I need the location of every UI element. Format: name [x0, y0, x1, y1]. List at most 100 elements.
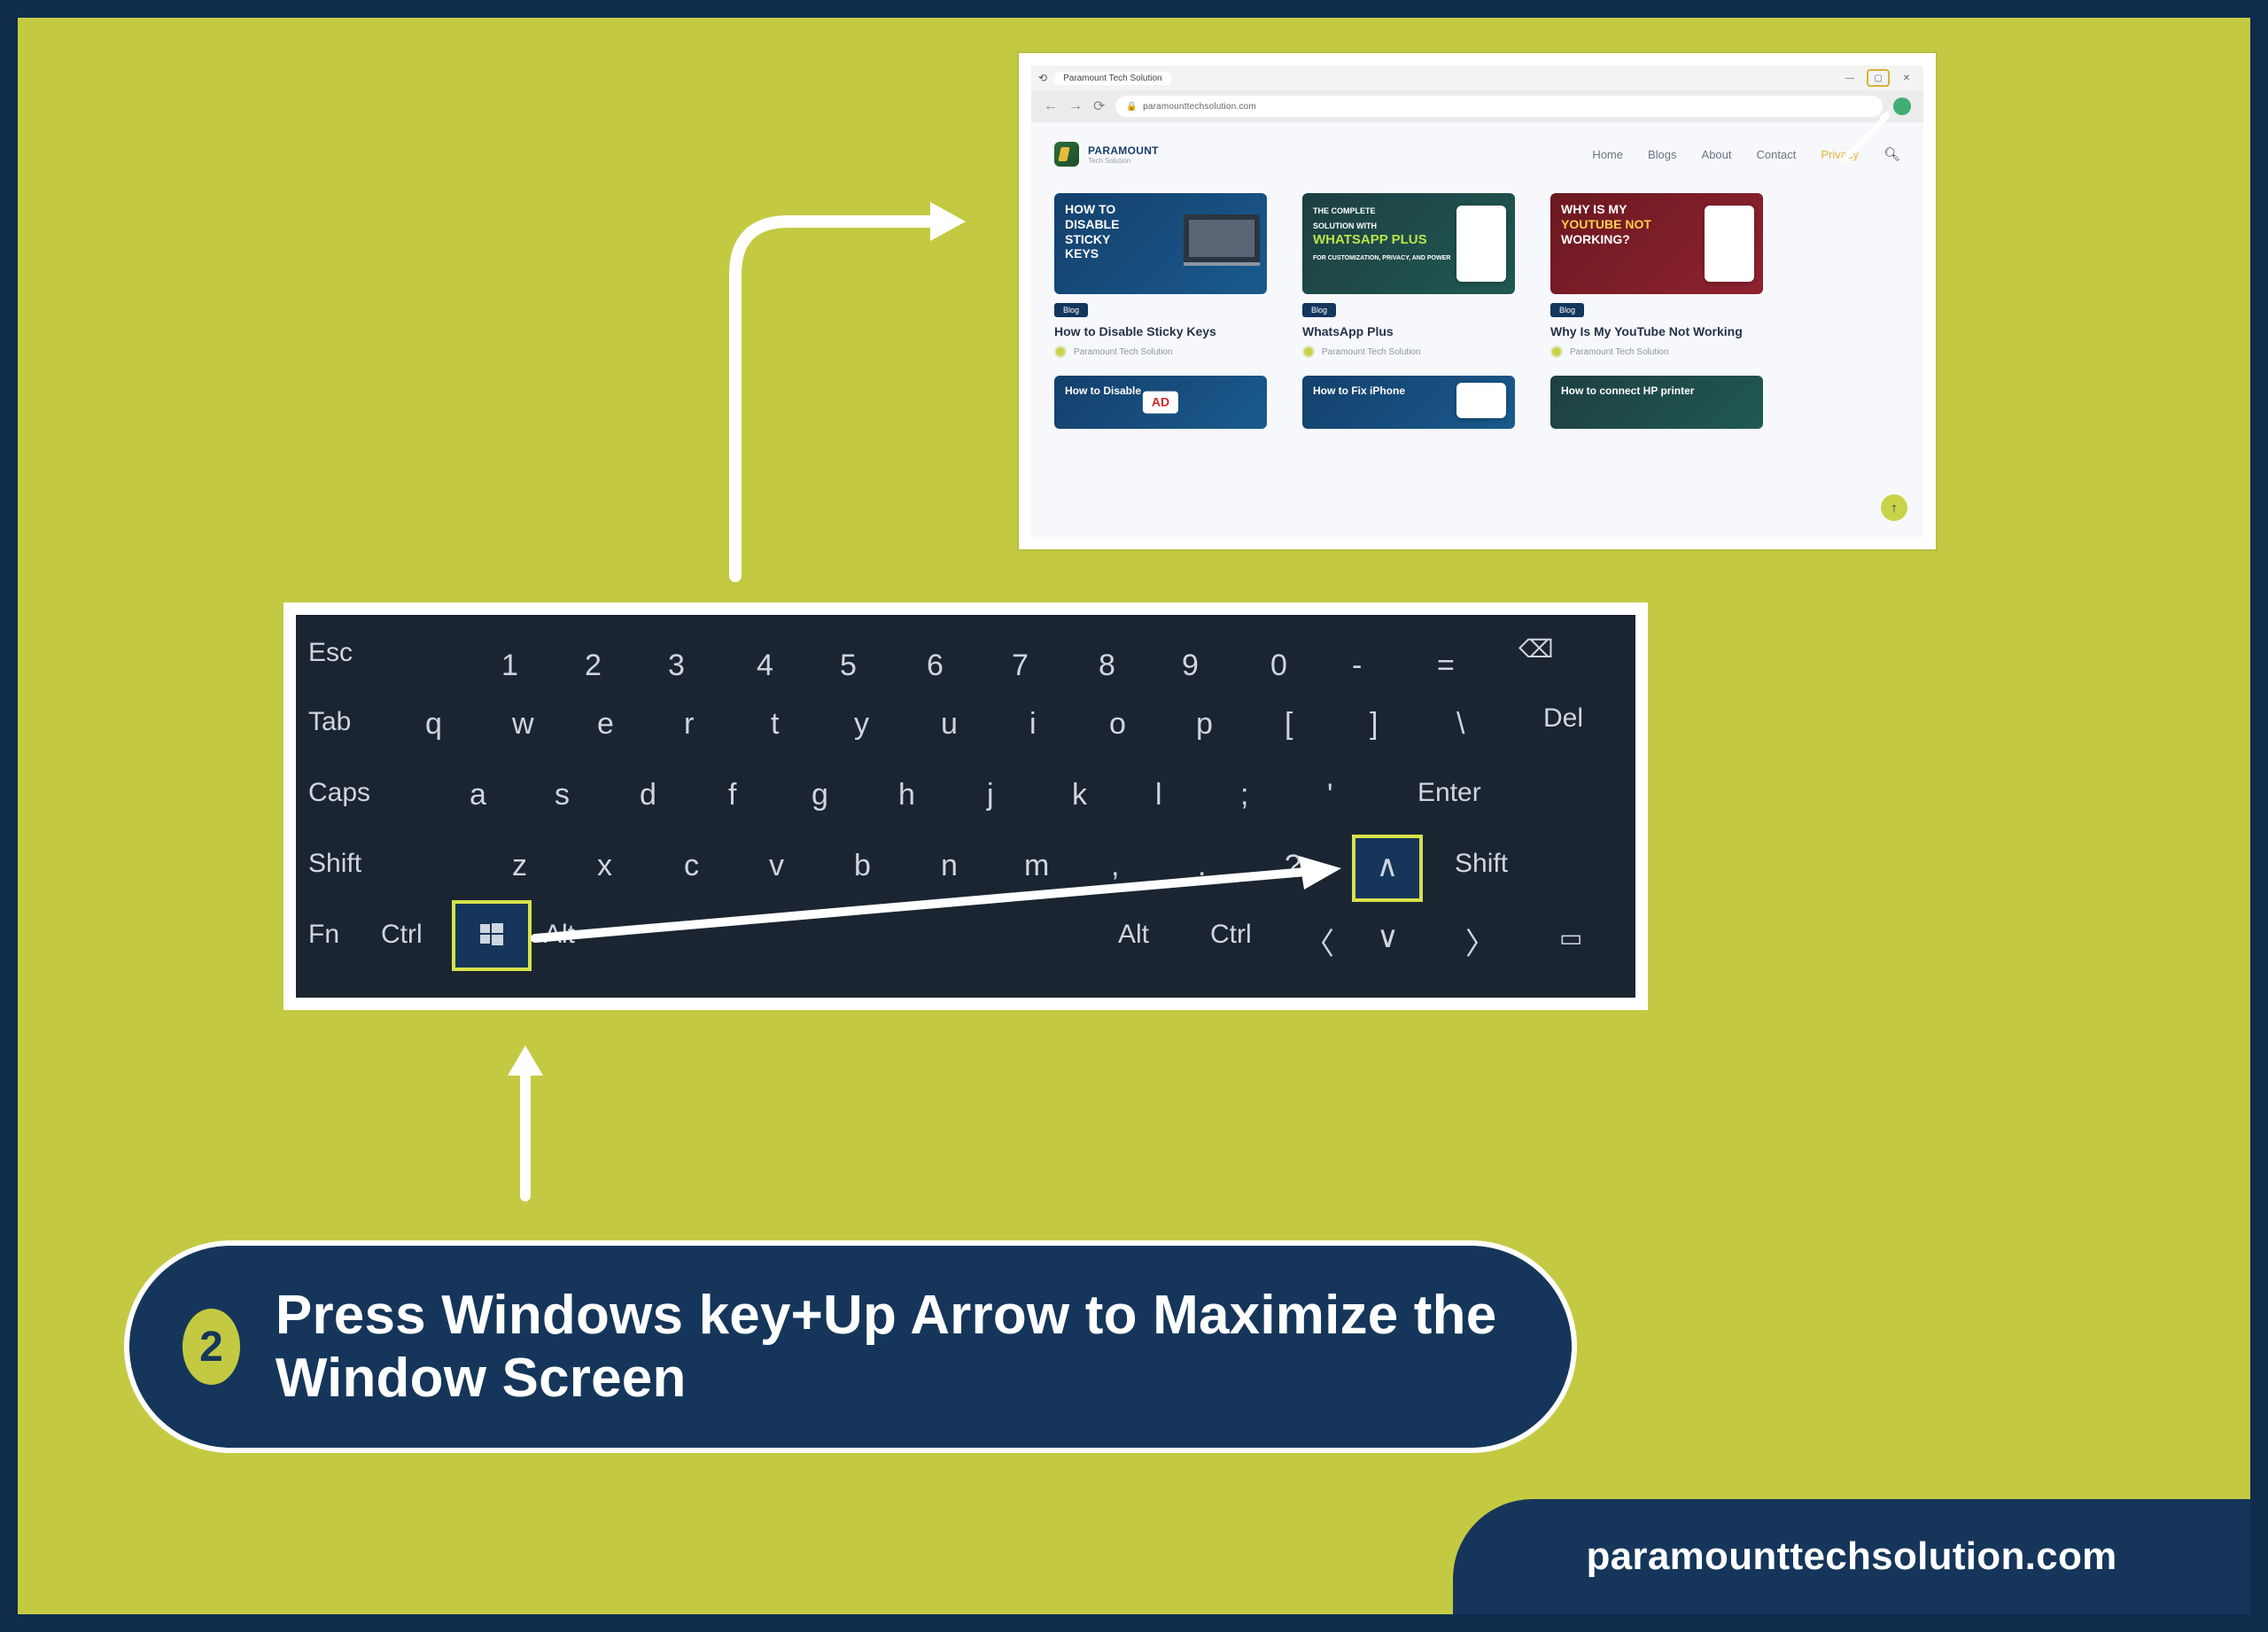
key-8[interactable]: 8: [1099, 649, 1115, 683]
key-n[interactable]: n: [941, 849, 958, 883]
key-windows[interactable]: [455, 904, 528, 968]
key-w[interactable]: w: [512, 707, 534, 742]
key-period[interactable]: .: [1198, 849, 1206, 883]
key-lshift[interactable]: Shift: [308, 849, 361, 879]
card-thumb: WHY IS MY YOUTUBE NOT WORKING?: [1550, 193, 1763, 294]
card-title: How to Disable Sticky Keys: [1054, 324, 1267, 338]
key-j[interactable]: j: [987, 778, 994, 812]
key-semicolon[interactable]: ;: [1240, 778, 1248, 812]
key-backslash[interactable]: \: [1456, 707, 1464, 742]
key-enter[interactable]: Enter: [1418, 778, 1481, 808]
blog-card[interactable]: How to Fix iPhone: [1302, 376, 1515, 429]
key-up-arrow[interactable]: ∧: [1355, 838, 1419, 898]
key-b[interactable]: b: [854, 849, 871, 883]
key-lctrl[interactable]: Ctrl: [381, 920, 423, 950]
key-i[interactable]: i: [1029, 707, 1037, 742]
key-equals[interactable]: =: [1437, 649, 1455, 683]
key-o[interactable]: o: [1109, 707, 1126, 742]
key-esc[interactable]: Esc: [308, 638, 353, 668]
window-minimize-button[interactable]: —: [1840, 71, 1860, 85]
nav-home[interactable]: Home: [1592, 148, 1623, 161]
key-t[interactable]: t: [771, 707, 779, 742]
nav-forward-icon[interactable]: →: [1068, 98, 1083, 114]
key-apostrophe[interactable]: ': [1327, 778, 1333, 812]
key-a[interactable]: a: [470, 778, 486, 812]
key-7[interactable]: 7: [1012, 649, 1029, 683]
search-icon[interactable]: 🔍︎: [1884, 146, 1900, 162]
key-u[interactable]: u: [941, 707, 958, 742]
key-l[interactable]: l: [1155, 778, 1162, 812]
site-logo[interactable]: PARAMOUNT Tech Solution: [1054, 142, 1159, 167]
key-k[interactable]: k: [1072, 778, 1087, 812]
card-meta: Paramount Tech Solution: [1550, 346, 1763, 358]
key-rshift[interactable]: Shift: [1455, 849, 1508, 879]
key-menu[interactable]: ▭: [1559, 923, 1582, 952]
key-4[interactable]: 4: [757, 649, 773, 683]
key-ralt[interactable]: Alt: [1118, 920, 1149, 950]
key-5[interactable]: 5: [840, 649, 857, 683]
key-3[interactable]: 3: [668, 649, 685, 683]
window-maximize-button[interactable]: ▢: [1868, 71, 1888, 85]
key-right-arrow[interactable]: 〉: [1465, 920, 1495, 963]
card-author: Paramount Tech Solution: [1570, 347, 1669, 357]
card-title: Why Is My YouTube Not Working: [1550, 324, 1763, 338]
key-dash[interactable]: -: [1352, 649, 1362, 683]
nav-privacy[interactable]: Privacy: [1821, 148, 1859, 161]
key-tab[interactable]: Tab: [308, 707, 351, 737]
key-del[interactable]: Del: [1543, 703, 1583, 734]
key-p[interactable]: p: [1196, 707, 1213, 742]
laptop-icon: [1184, 214, 1260, 262]
ad-badge-icon: AD: [1143, 392, 1178, 414]
key-slash[interactable]: ?: [1285, 849, 1301, 883]
key-q[interactable]: q: [425, 707, 442, 742]
blog-card[interactable]: How to Disable AD: [1054, 376, 1267, 429]
nav-about[interactable]: About: [1702, 148, 1732, 161]
key-d[interactable]: d: [640, 778, 656, 812]
card-thumb: THE COMPLETE SOLUTION WITH WHATSAPP PLUS…: [1302, 193, 1515, 294]
key-9[interactable]: 9: [1182, 649, 1199, 683]
blog-card[interactable]: HOW TO DISABLE STICKY KEYS Blog How to D…: [1054, 193, 1267, 358]
profile-avatar[interactable]: [1893, 97, 1911, 115]
key-m[interactable]: m: [1024, 849, 1049, 883]
key-e[interactable]: e: [597, 707, 614, 742]
window-close-button[interactable]: ✕: [1897, 71, 1916, 85]
url-field[interactable]: 🔒 paramounttechsolution.com: [1115, 96, 1883, 117]
blog-card[interactable]: WHY IS MY YOUTUBE NOT WORKING? Blog Why …: [1550, 193, 1763, 358]
key-fn[interactable]: Fn: [308, 920, 339, 950]
keyboard-panel: Esc 1 2 3 4 5 6 7 8 9 0 - = ⌫ Tab q w e …: [284, 602, 1648, 1010]
key-z[interactable]: z: [512, 849, 527, 883]
key-left-arrow[interactable]: 〈: [1304, 920, 1334, 963]
key-6[interactable]: 6: [927, 649, 944, 683]
key-v[interactable]: v: [769, 849, 784, 883]
key-c[interactable]: c: [684, 849, 699, 883]
key-f[interactable]: f: [728, 778, 736, 812]
browser-tab[interactable]: Paramount Tech Solution: [1054, 72, 1171, 85]
instruction-caption: 2 Press Windows key+Up Arrow to Maximize…: [124, 1240, 1577, 1453]
nav-contact[interactable]: Contact: [1757, 148, 1797, 161]
key-comma[interactable]: ,: [1111, 849, 1119, 883]
tutorial-canvas: ⟲ Paramount Tech Solution — ▢ ✕ ← → ⟳ 🔒 …: [18, 18, 2250, 1614]
key-s[interactable]: s: [555, 778, 570, 812]
blog-card[interactable]: How to connect HP printer: [1550, 376, 1763, 429]
nav-reload-icon[interactable]: ⟳: [1093, 97, 1105, 115]
key-rctrl[interactable]: Ctrl: [1210, 920, 1252, 950]
key-caps[interactable]: Caps: [308, 778, 370, 808]
key-down-arrow[interactable]: ∨: [1377, 920, 1399, 955]
key-g[interactable]: g: [812, 778, 828, 812]
key-lbracket[interactable]: [: [1285, 707, 1293, 742]
key-0[interactable]: 0: [1270, 649, 1287, 683]
blog-card[interactable]: THE COMPLETE SOLUTION WITH WHATSAPP PLUS…: [1302, 193, 1515, 358]
key-x[interactable]: x: [597, 849, 612, 883]
key-lalt[interactable]: Alt: [544, 920, 575, 950]
browser-window: ⟲ Paramount Tech Solution — ▢ ✕ ← → ⟳ 🔒 …: [1019, 53, 1936, 549]
nav-back-icon[interactable]: ←: [1044, 98, 1058, 114]
key-y[interactable]: y: [854, 707, 869, 742]
key-backspace[interactable]: ⌫: [1518, 634, 1554, 664]
key-r[interactable]: r: [684, 707, 694, 742]
key-2[interactable]: 2: [585, 649, 602, 683]
scroll-top-button[interactable]: ↑: [1881, 494, 1907, 521]
key-1[interactable]: 1: [501, 649, 518, 683]
nav-blogs[interactable]: Blogs: [1648, 148, 1677, 161]
key-rbracket[interactable]: ]: [1370, 707, 1378, 742]
key-h[interactable]: h: [898, 778, 915, 812]
